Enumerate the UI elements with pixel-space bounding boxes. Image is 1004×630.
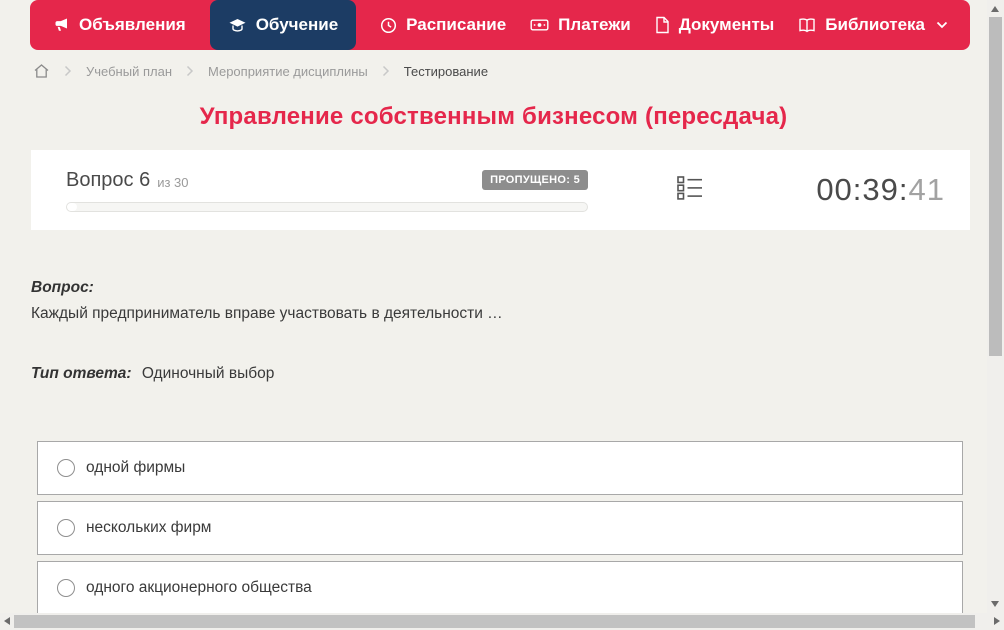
nav-item-documents[interactable]: Документы <box>655 0 775 50</box>
scroll-right-arrow-icon[interactable] <box>994 617 1000 625</box>
timer-seconds: 41 <box>908 172 945 207</box>
scroll-left-arrow-icon[interactable] <box>4 617 10 625</box>
answer-options: одной фирмы нескольких фирм одного акцио… <box>37 441 963 615</box>
answer-type-line: Тип ответа: Одиночный выбор <box>31 365 963 383</box>
graduation-cap-icon <box>228 16 247 34</box>
answer-option-1[interactable]: одной фирмы <box>37 441 963 495</box>
nav-item-label: Объявления <box>79 15 186 34</box>
chevron-right-icon <box>186 65 194 77</box>
breadcrumb-discipline-event[interactable]: Мероприятие дисциплины <box>208 64 368 79</box>
question-number: Вопрос 6 <box>66 168 151 191</box>
progress-bar-fill <box>67 202 77 211</box>
skipped-badge: ПРОПУЩЕНО: 5 <box>482 170 588 190</box>
vertical-scrollbar[interactable] <box>987 0 1004 613</box>
radio-button-icon[interactable] <box>57 459 75 477</box>
page-title: Управление собственным бизнесом (пересда… <box>199 103 788 130</box>
main-nav: Объявления Обучение Расписание Платежи Д… <box>30 0 970 50</box>
nav-item-payments[interactable]: Платежи <box>530 0 631 50</box>
answer-option-2[interactable]: нескольких фирм <box>37 501 963 555</box>
radio-button-icon[interactable] <box>57 519 75 537</box>
nav-item-label: Документы <box>678 15 775 34</box>
question-total: из 30 <box>157 174 189 190</box>
nav-item-label: Библиотека <box>825 15 925 34</box>
question-progress-group: Вопрос 6 из 30 ПРОПУЩЕНО: 5 <box>66 169 588 212</box>
chevron-right-icon <box>64 65 72 77</box>
clock-icon <box>380 17 397 34</box>
nav-item-library[interactable]: Библиотека <box>798 0 948 50</box>
horizontal-scrollbar-thumb[interactable] <box>14 615 975 628</box>
vertical-scrollbar-thumb[interactable] <box>989 17 1002 356</box>
answer-type-label: Тип ответа: <box>31 365 132 382</box>
horizontal-scrollbar[interactable] <box>0 613 1004 630</box>
document-icon <box>655 16 670 34</box>
test-timer: 00:39:41 <box>816 172 945 208</box>
breadcrumb: Учебный план Мероприятие дисциплины Тест… <box>33 63 1004 79</box>
cash-icon <box>530 17 549 33</box>
nav-item-label: Расписание <box>406 15 507 34</box>
breadcrumb-curriculum[interactable]: Учебный план <box>86 64 172 79</box>
scroll-down-arrow-icon[interactable] <box>991 601 999 607</box>
megaphone-icon <box>52 16 70 34</box>
breadcrumb-testing: Тестирование <box>403 63 489 79</box>
answer-option-label: одного акционерного общества <box>86 579 312 596</box>
answer-option-3[interactable]: одного акционерного общества <box>37 561 963 615</box>
nav-item-announcements[interactable]: Объявления <box>52 0 186 50</box>
question-list-icon <box>677 175 703 205</box>
home-icon[interactable] <box>33 63 50 79</box>
timer-hours-minutes: 00:39: <box>816 172 909 207</box>
nav-item-label: Платежи <box>558 15 631 34</box>
radio-button-icon[interactable] <box>57 579 75 597</box>
chevron-down-icon <box>936 21 948 29</box>
nav-item-learning[interactable]: Обучение <box>209 0 357 50</box>
question-list-button[interactable] <box>677 175 703 205</box>
question-label: Вопрос: <box>31 279 94 296</box>
answer-option-label: одной фирмы <box>86 459 186 476</box>
question-header-card: Вопрос 6 из 30 ПРОПУЩЕНО: 5 00:39:41 <box>31 150 970 230</box>
scroll-up-arrow-icon[interactable] <box>991 6 999 12</box>
chevron-right-icon <box>382 65 390 77</box>
nav-item-schedule[interactable]: Расписание <box>380 0 506 50</box>
progress-bar <box>66 201 588 212</box>
answer-type-value: Одиночный выбор <box>141 365 275 382</box>
open-book-icon <box>798 17 816 34</box>
nav-item-label: Обучение <box>255 15 339 34</box>
question-text: Каждый предприниматель вправе участвоват… <box>31 305 503 322</box>
question-block: Вопрос: Каждый предприниматель вправе уч… <box>31 279 963 383</box>
answer-option-label: нескольких фирм <box>86 519 212 536</box>
